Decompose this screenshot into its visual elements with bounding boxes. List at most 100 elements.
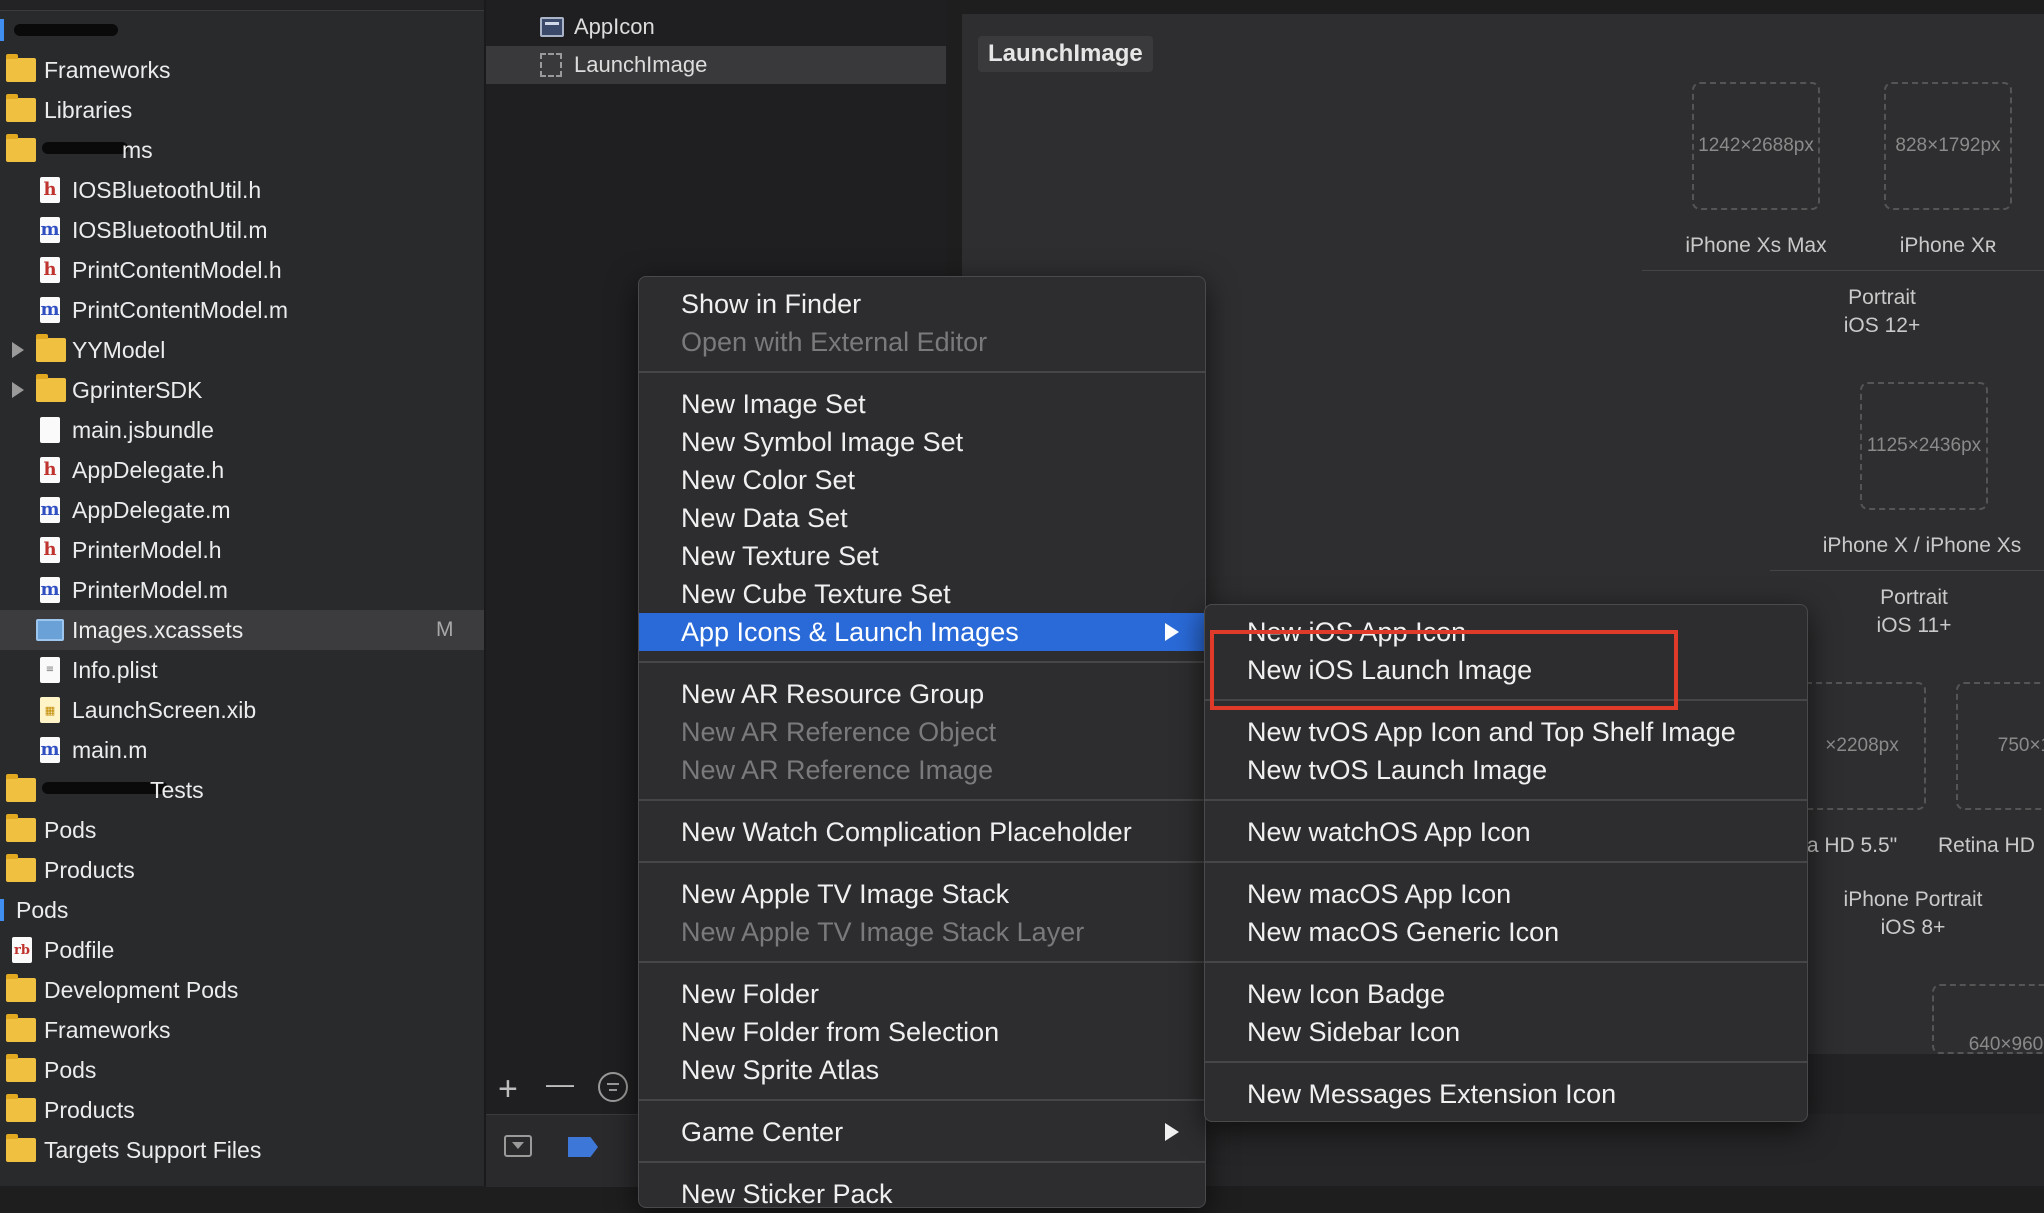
menu-item-new-tvos-launch-image[interactable]: New tvOS Launch Image	[1205, 751, 1807, 789]
menu-item-show-in-finder[interactable]: Show in Finder	[639, 285, 1205, 323]
nav-item-label: PrintContentModel.m	[72, 296, 289, 323]
nav-item-label: Development Pods	[44, 976, 239, 1003]
folder-icon	[6, 858, 36, 882]
nav-item-pods-folder[interactable]: Pods	[0, 1050, 484, 1090]
tag-icon[interactable]	[568, 1137, 598, 1157]
nav-item-frameworks-2[interactable]: Frameworks	[0, 1010, 484, 1050]
asset-catalog-icon	[36, 619, 64, 641]
nav-item-printcontentmodel-m[interactable]: m PrintContentModel.m	[0, 290, 484, 330]
dropdown-icon[interactable]	[504, 1135, 532, 1157]
nav-item-printermodel-h[interactable]: h PrinterModel.h	[0, 530, 484, 570]
menu-item-new-sidebar-icon[interactable]: New Sidebar Icon	[1205, 1013, 1807, 1051]
nav-item-pods-group[interactable]: Pods	[0, 810, 484, 850]
menu-item-label: Show in Finder	[681, 288, 862, 319]
slot-size-label: ×2208px	[1825, 735, 1899, 756]
nav-item-info-plist[interactable]: ≡ Info.plist	[0, 650, 484, 690]
asset-item-appicon[interactable]: AppIcon	[486, 8, 946, 46]
menu-separator	[639, 961, 1205, 963]
menu-item-label: New Apple TV Image Stack Layer	[681, 916, 1085, 947]
nav-item-products[interactable]: Products	[0, 850, 484, 890]
menu-item-new-sticker-pack[interactable]: New Sticker Pack	[639, 1175, 1205, 1213]
menu-item-new-macos-app-icon[interactable]: New macOS App Icon	[1205, 875, 1807, 913]
menu-item-new-apple-tv-image-stack[interactable]: New Apple TV Image Stack	[639, 875, 1205, 913]
slot-size-label: 1242×2688px	[1698, 135, 1814, 156]
image-slot-iphone-xr[interactable]: 828×1792px	[1884, 82, 2012, 210]
nav-item-gprintersdk[interactable]: GprinterSDK	[0, 370, 484, 410]
nav-item-images-xcassets[interactable]: Images.xcassets M	[0, 610, 484, 650]
menu-item-new-data-set[interactable]: New Data Set	[639, 499, 1205, 537]
menu-item-new-tvos-app-icon[interactable]: New tvOS App Icon and Top Shelf Image	[1205, 713, 1807, 751]
image-slot-retina-hd-47[interactable]: 750×133	[1956, 682, 2044, 810]
menu-item-new-macos-generic-icon[interactable]: New macOS Generic Icon	[1205, 913, 1807, 951]
nav-item-pods-project[interactable]: Pods	[0, 890, 484, 930]
plist-file-icon: ≡	[40, 657, 60, 683]
menu-separator	[639, 861, 1205, 863]
nav-item-targets-support-files[interactable]: Targets Support Files	[0, 1130, 484, 1170]
image-slot-iphone-x[interactable]: 1125×2436px	[1860, 382, 1988, 510]
objc-file-icon: m	[40, 497, 60, 523]
image-slot-iphone-xs-max[interactable]: 1242×2688px	[1692, 82, 1820, 210]
nav-item-label: ms	[122, 136, 153, 163]
menu-item-new-symbol-image-set[interactable]: New Symbol Image Set	[639, 423, 1205, 461]
group-label-ios12: Portrait iOS 12+	[1732, 284, 2032, 340]
nav-item-printcontentmodel-h[interactable]: h PrintContentModel.h	[0, 250, 484, 290]
nav-item-label: IOSBluetoothUtil.h	[72, 176, 262, 203]
nav-item-frameworks[interactable]: Frameworks	[0, 50, 484, 90]
filter-icon[interactable]	[598, 1072, 628, 1102]
nav-item-launchscreen-xib[interactable]: ▦ LaunchScreen.xib	[0, 690, 484, 730]
nav-item-project-group[interactable]	[0, 10, 484, 50]
menu-item-new-sprite-atlas[interactable]: New Sprite Atlas	[639, 1051, 1205, 1089]
header-file-icon: h	[40, 537, 60, 563]
document-icon	[40, 417, 60, 443]
menu-item-new-watch-complication-placeholder[interactable]: New Watch Complication Placeholder	[639, 813, 1205, 851]
nav-item-iosbluetoothutil-m[interactable]: m IOSBluetoothUtil.m	[0, 210, 484, 250]
menu-item-label: New Sidebar Icon	[1247, 1016, 1461, 1047]
menu-item-new-color-set[interactable]: New Color Set	[639, 461, 1205, 499]
menu-item-new-apple-tv-image-stack-layer: New Apple TV Image Stack Layer	[639, 913, 1205, 951]
menu-item-new-texture-set[interactable]: New Texture Set	[639, 537, 1205, 575]
menu-separator	[1205, 1061, 1807, 1063]
menu-item-label: New Texture Set	[681, 540, 879, 571]
nav-item-main-m[interactable]: m main.m	[0, 730, 484, 770]
nav-item-main-jsbundle[interactable]: main.jsbundle	[0, 410, 484, 450]
nav-item-yymodel[interactable]: YYModel	[0, 330, 484, 370]
remove-asset-button[interactable]: —	[546, 1070, 574, 1098]
menu-item-label: New Data Set	[681, 502, 848, 533]
submenu-arrow-icon	[1165, 623, 1179, 641]
nav-item-iosbluetoothutil-h[interactable]: h IOSBluetoothUtil.h	[0, 170, 484, 210]
asset-item-launchimage[interactable]: LaunchImage	[486, 46, 946, 84]
menu-item-game-center[interactable]: Game Center	[639, 1113, 1205, 1151]
disclosure-triangle-icon[interactable]	[12, 382, 24, 398]
image-slot-retina-hd-55[interactable]: ×2208px	[1798, 682, 1926, 810]
folder-icon	[6, 98, 36, 122]
menu-item-new-folder[interactable]: New Folder	[639, 975, 1205, 1013]
nav-item-appdelegate-m[interactable]: m AppDelegate.m	[0, 490, 484, 530]
add-asset-button[interactable]: +	[498, 1072, 518, 1106]
menu-separator	[639, 1161, 1205, 1163]
nav-item-products-2[interactable]: Products	[0, 1090, 484, 1130]
nav-item-redacted-folder[interactable]: ms	[0, 130, 484, 170]
disclosure-triangle-icon[interactable]	[12, 342, 24, 358]
nav-item-tests-folder[interactable]: Tests	[0, 770, 484, 810]
menu-item-label: New AR Reference Image	[681, 754, 994, 785]
menu-item-label: Game Center	[681, 1116, 844, 1147]
nav-item-printermodel-m[interactable]: m PrinterModel.m	[0, 570, 484, 610]
menu-item-new-watchos-app-icon[interactable]: New watchOS App Icon	[1205, 813, 1807, 851]
menu-item-new-image-set[interactable]: New Image Set	[639, 385, 1205, 423]
nav-item-development-pods[interactable]: Development Pods	[0, 970, 484, 1010]
menu-item-new-messages-extension-icon[interactable]: New Messages Extension Icon	[1205, 1075, 1807, 1113]
menu-item-new-icon-badge[interactable]: New Icon Badge	[1205, 975, 1807, 1013]
nav-item-podfile[interactable]: rb Podfile	[0, 930, 484, 970]
ruby-file-icon: rb	[12, 937, 32, 963]
menu-item-label: New Color Set	[681, 464, 856, 495]
nav-item-appdelegate-h[interactable]: h AppDelegate.h	[0, 450, 484, 490]
menu-item-app-icons-launch-images[interactable]: App Icons & Launch Images	[639, 613, 1205, 651]
menu-item-new-folder-from-selection[interactable]: New Folder from Selection	[639, 1013, 1205, 1051]
nav-item-label: PrinterModel.m	[72, 576, 228, 603]
source-control-modified-badge: M	[436, 618, 454, 641]
nav-item-libraries[interactable]: Libraries	[0, 90, 484, 130]
menu-item-new-cube-texture-set[interactable]: New Cube Texture Set	[639, 575, 1205, 613]
nav-item-label: Info.plist	[72, 656, 158, 683]
image-slot-640x960[interactable]: 640×960px	[1932, 984, 2044, 1055]
menu-item-new-ar-resource-group[interactable]: New AR Resource Group	[639, 675, 1205, 713]
